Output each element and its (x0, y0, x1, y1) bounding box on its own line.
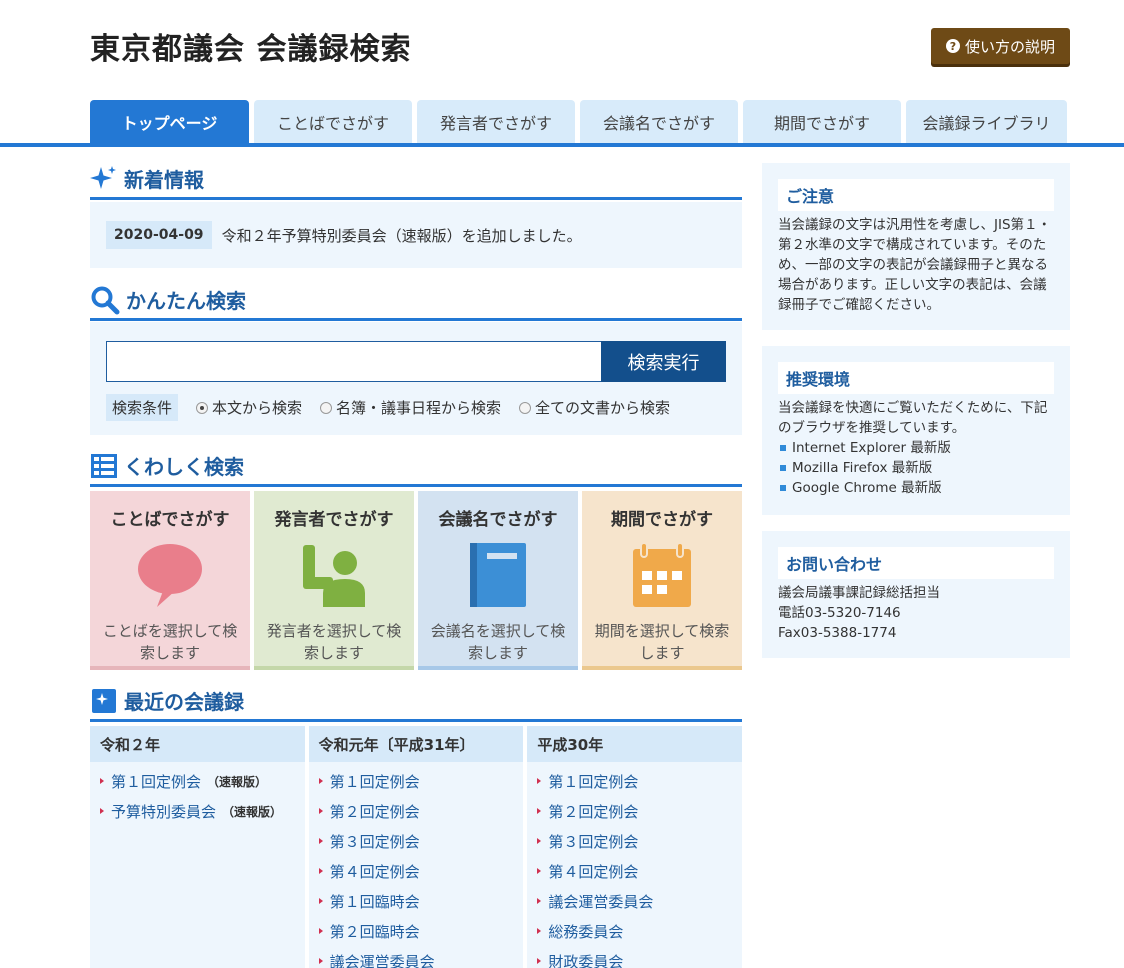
card-title: 期間でさがす (611, 510, 713, 530)
card-search-by-meeting[interactable]: 会議名でさがす 会議名を選択して検索します (418, 491, 578, 670)
contact-fax: Fax03-5388-1774 (778, 625, 897, 641)
help-button[interactable]: ? 使い方の説明 (931, 28, 1070, 64)
radio-body-text[interactable]: 本文から検索 (196, 397, 302, 418)
nav-underline (0, 143, 1124, 147)
speech-bubble-icon (135, 540, 205, 610)
environment-title: 推奨環境 (778, 362, 1054, 394)
detail-search-heading: くわしく検索 (90, 447, 742, 487)
browser-item: Mozilla Firefox 最新版 (778, 458, 1054, 478)
list-item[interactable]: 第１回臨時会 (319, 886, 524, 916)
card-description: 会議名を選択して検索します (430, 622, 566, 662)
card-title: 発言者でさがす (274, 510, 394, 530)
simple-search-heading-text: かんたん検索 (126, 289, 246, 313)
list-item[interactable]: 第４回定例会 (537, 856, 742, 886)
notebook-icon (463, 540, 533, 610)
simple-search-heading: かんたん検索 (90, 281, 742, 321)
notice-title: ご注意 (778, 179, 1054, 211)
column-year: 平成30年 (527, 726, 743, 762)
radio-label: 全ての文書から検索 (535, 399, 671, 417)
radio-all-documents[interactable]: 全ての文書から検索 (519, 397, 670, 418)
list-item[interactable]: 第４回定例会 (319, 856, 524, 886)
tab-top-page[interactable]: トップページ (90, 100, 249, 144)
detail-search-cards: ことばでさがす ことばを選択して検索します 発言者でさがす 発言者を選択して検索… (90, 491, 742, 670)
news-date: 2020-04-09 (106, 221, 212, 249)
tab-search-by-period[interactable]: 期間でさがす (743, 100, 901, 144)
new-minutes-icon (92, 688, 116, 713)
list-item[interactable]: 第３回定例会 (537, 826, 742, 856)
site-title: 東京都議会 会議録検索 (90, 32, 412, 67)
news-heading: 新着情報 (90, 160, 742, 200)
environment-panel: 推奨環境 当会議録を快適にご覧いただくために、下記のブラウザを推奨しています。 … (762, 346, 1070, 515)
contact-phone: 電話03-5320-7146 (778, 605, 901, 621)
list-item[interactable]: 第３回定例会 (319, 826, 524, 856)
notice-text: 当会議録の文字は汎用性を考慮し、JIS第１・第２水準の文字で構成されています。そ… (778, 217, 1052, 313)
browser-item: Google Chrome 最新版 (778, 478, 1054, 498)
tab-library[interactable]: 会議録ライブラリ (906, 100, 1067, 144)
contact-title: お問い合わせ (778, 547, 1054, 579)
sparkle-icon (90, 165, 116, 189)
radio-button[interactable] (196, 401, 209, 414)
help-button-label: 使い方の説明 (964, 37, 1055, 56)
card-search-by-word[interactable]: ことばでさがす ことばを選択して検索します (90, 491, 250, 670)
card-search-by-speaker[interactable]: 発言者でさがす 発言者を選択して検索します (254, 491, 414, 670)
card-description: 期間を選択して検索します (594, 622, 730, 662)
radio-button[interactable] (519, 401, 532, 414)
card-search-by-period[interactable]: 期間でさがす 期間を選択して検索します (582, 491, 742, 670)
notice-panel: ご注意 当会議録の文字は汎用性を考慮し、JIS第１・第２水準の文字で構成されてい… (762, 163, 1070, 330)
browser-item: Internet Explorer 最新版 (778, 438, 1054, 458)
recent-column-reiwa2: 令和２年 第１回定例会 （速報版） 予算特別委員会 （速報版） (90, 726, 305, 968)
radio-label: 名簿・議事日程から検索 (336, 399, 502, 417)
calendar-icon (627, 540, 697, 610)
radio-label: 本文から検索 (212, 399, 303, 417)
contact-panel: お問い合わせ 議会局議事課記録総括担当 電話03-5320-7146 Fax03… (762, 531, 1070, 658)
list-item[interactable]: 第１回定例会 (319, 766, 524, 796)
recent-column-heisei30: 平成30年 第１回定例会 第２回定例会 第３回定例会 第４回定例会 議会運営委員… (527, 726, 743, 968)
list-item[interactable]: 第２回臨時会 (319, 916, 524, 946)
magnifier-icon (91, 286, 120, 314)
card-description: ことばを選択して検索します (102, 622, 238, 662)
tab-search-by-speaker[interactable]: 発言者でさがす (417, 100, 575, 144)
list-item[interactable]: 第１回定例会 (537, 766, 742, 796)
card-description: 発言者を選択して検索します (266, 622, 402, 662)
contact-department: 議会局議事課記録総括担当 (778, 585, 940, 601)
main-nav: トップページ ことばでさがす 発言者でさがす 会議名でさがす 期間でさがす 会議… (90, 100, 1067, 144)
news-text: 令和２年予算特別委員会（速報版）を追加しました。 (221, 226, 582, 245)
list-item[interactable]: 財政委員会 (537, 946, 742, 968)
list-item[interactable]: 総務委員会 (537, 916, 742, 946)
list-item[interactable]: 議会運営委員会 (537, 886, 742, 916)
contact-info: 議会局議事課記録総括担当 電話03-5320-7146 Fax03-5388-1… (778, 583, 1054, 643)
recent-heading-text: 最近の会議録 (124, 690, 244, 714)
list-item[interactable]: 議会運営委員会 (319, 946, 524, 968)
question-icon: ? (945, 39, 960, 53)
search-input[interactable] (106, 341, 602, 382)
list-item[interactable]: 第１回定例会 （速報版） (100, 766, 305, 796)
search-options: 検索条件 本文から検索 名簿・議事日程から検索 全ての文書から検索 (106, 394, 670, 421)
radio-roster-agenda[interactable]: 名簿・議事日程から検索 (320, 397, 501, 418)
news-box: 2020-04-09 令和２年予算特別委員会（速報版）を追加しました。 (90, 202, 742, 268)
card-title: 会議名でさがす (438, 510, 558, 530)
preliminary-tag: （速報版） (207, 774, 268, 789)
card-title: ことばでさがす (110, 510, 230, 530)
list-item[interactable]: 予算特別委員会 （速報版） (100, 796, 305, 826)
detail-search-heading-text: くわしく検索 (124, 455, 244, 479)
speaker-icon (299, 540, 369, 610)
recent-column-reiwa1: 令和元年〔平成31年〕 第１回定例会 第２回定例会 第３回定例会 第４回定例会 … (308, 726, 524, 968)
environment-text: 当会議録を快適にご覧いただくために、下記のブラウザを推奨しています。 (778, 400, 1048, 436)
list-item[interactable]: 第２回定例会 (319, 796, 524, 826)
list-item[interactable]: 第２回定例会 (537, 796, 742, 826)
column-year: 令和２年 (90, 726, 305, 762)
news-heading-text: 新着情報 (124, 168, 204, 192)
column-year: 令和元年〔平成31年〕 (308, 726, 524, 762)
tab-search-by-meeting[interactable]: 会議名でさがす (580, 100, 738, 144)
browser-list: Internet Explorer 最新版 Mozilla Firefox 最新… (778, 438, 1054, 498)
simple-search-box: 検索実行 検索条件 本文から検索 名簿・議事日程から検索 全ての文書から検索 (90, 322, 742, 435)
preliminary-tag: （速報版） (222, 804, 283, 819)
recent-minutes: 令和２年 第１回定例会 （速報版） 予算特別委員会 （速報版） 令和元年〔平成31年… (90, 726, 743, 968)
search-submit-button[interactable]: 検索実行 (601, 341, 726, 382)
tab-search-by-word[interactable]: ことばでさがす (254, 100, 412, 144)
radio-button[interactable] (320, 401, 333, 414)
search-condition-label: 検索条件 (106, 394, 179, 421)
recent-heading: 最近の会議録 (90, 682, 742, 722)
table-list-icon (91, 453, 117, 478)
